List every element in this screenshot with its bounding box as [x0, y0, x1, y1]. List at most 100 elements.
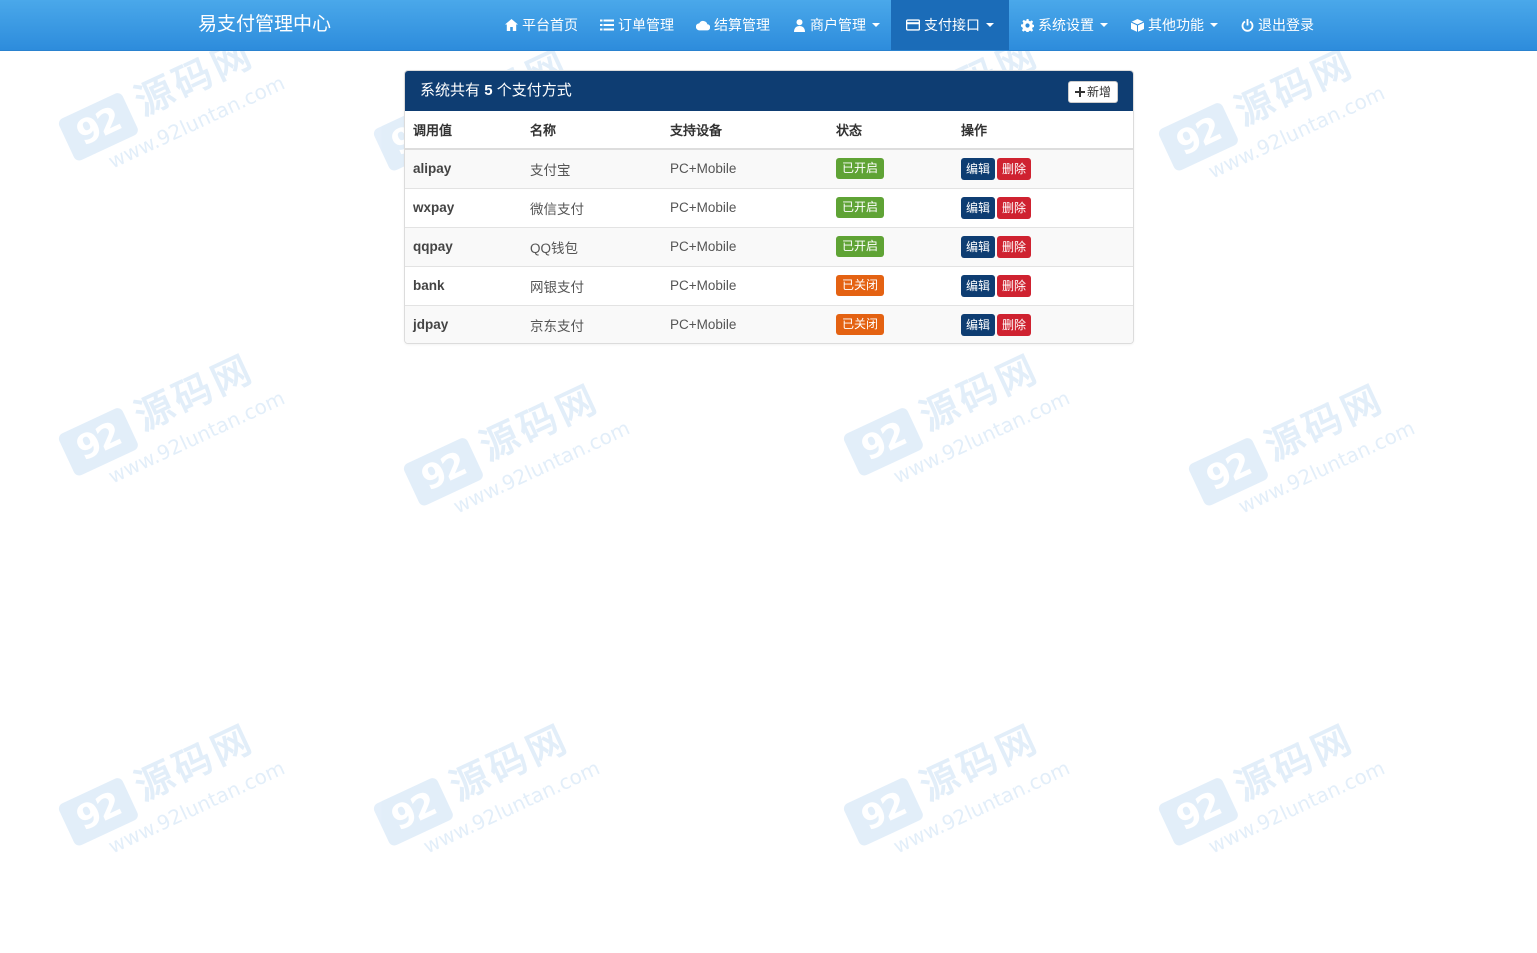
status-badge[interactable]: 已关闭 — [836, 275, 885, 296]
watermark-logo: 92 — [1156, 776, 1240, 848]
row-code: alipay — [405, 148, 522, 188]
panel-title-suffix: 个支付方式 — [496, 82, 572, 99]
watermark-url: www.92luntan.com — [889, 385, 1074, 489]
delete-button[interactable]: 删除 — [997, 196, 1032, 219]
row-name: 网银支付 — [522, 265, 662, 305]
row-code: jdpay — [405, 304, 522, 343]
status-badge[interactable]: 已开启 — [836, 158, 885, 180]
watermark-url: www.92luntan.com — [104, 70, 289, 174]
watermark-cn: 源码网 — [1258, 375, 1391, 470]
delete-button[interactable]: 删除 — [997, 274, 1032, 297]
row-actions: 编辑 删除 — [953, 187, 1133, 227]
user-icon — [792, 18, 806, 32]
nav-item-4[interactable]: 支付接口 — [891, 0, 1009, 50]
watermark-cn: 源码网 — [913, 345, 1046, 440]
cube-icon — [1130, 18, 1144, 32]
nav-item-2[interactable]: 结算管理 — [685, 0, 781, 50]
watermark-url: www.92luntan.com — [1204, 755, 1389, 859]
status-badge[interactable]: 已开启 — [836, 236, 885, 257]
row-status-cell: 已开启 — [828, 187, 953, 227]
table-header-row: 调用值 名称 支持设备 状态 操作 — [405, 111, 1133, 150]
row-device: PC+Mobile — [662, 226, 828, 266]
nav-item-label: 其他功能 — [1148, 17, 1204, 33]
watermark-logo: 92 — [841, 406, 925, 478]
watermark: 92源码网www.92luntan.com — [1141, 670, 1409, 880]
watermark-cn: 源码网 — [128, 715, 261, 810]
add-payment-label: 新增 — [1086, 85, 1111, 99]
row-name: 支付宝 — [522, 148, 662, 188]
watermark: 92源码网www.92luntan.com — [386, 330, 654, 540]
watermark-url: www.92luntan.com — [449, 415, 634, 519]
status-badge[interactable]: 已开启 — [836, 197, 885, 218]
list-icon — [600, 18, 614, 32]
watermark-cn: 源码网 — [473, 375, 606, 470]
caret-down-icon — [1100, 23, 1108, 27]
watermark-cn: 源码网 — [128, 345, 261, 440]
nav-item-label: 系统设置 — [1038, 17, 1094, 33]
caret-down-icon — [986, 23, 994, 27]
home-icon — [504, 18, 518, 32]
brand-title[interactable]: 易支付管理中心 — [198, 0, 331, 50]
watermark-logo: 92 — [56, 91, 140, 163]
gear-icon — [1020, 18, 1034, 32]
row-code: bank — [405, 265, 522, 305]
watermark-url: www.92luntan.com — [104, 385, 289, 489]
row-name: 京东支付 — [522, 304, 662, 343]
row-status-cell: 已关闭 — [828, 304, 953, 343]
nav-item-6[interactable]: 其他功能 — [1119, 0, 1229, 50]
row-device: PC+Mobile — [662, 265, 828, 305]
payment-methods-panel: 系统共有 5 个支付方式 新增 调用值 名称 支持设备 状态 操作 alipay… — [404, 70, 1134, 344]
edit-button[interactable]: 编辑 — [961, 196, 996, 219]
watermark-logo: 92 — [1186, 436, 1270, 508]
row-code: qqpay — [405, 226, 522, 266]
watermark-url: www.92luntan.com — [1204, 80, 1389, 184]
edit-button[interactable]: 编辑 — [961, 313, 996, 336]
row-status-cell: 已关闭 — [828, 265, 953, 305]
panel-title-prefix: 系统共有 — [420, 82, 481, 99]
table-row: wxpay 微信支付 PC+Mobile 已开启 编辑 删除 — [405, 187, 1133, 227]
table-row: bank 网银支付 PC+Mobile 已关闭 编辑 删除 — [405, 265, 1133, 305]
nav-item-1[interactable]: 订单管理 — [589, 0, 685, 50]
nav-item-label: 订单管理 — [618, 17, 674, 33]
edit-button[interactable]: 编辑 — [961, 274, 996, 297]
row-status-cell: 已开启 — [828, 148, 953, 188]
nav-item-5[interactable]: 系统设置 — [1009, 0, 1119, 50]
header-status: 状态 — [828, 111, 953, 150]
nav-item-label: 支付接口 — [924, 17, 980, 33]
power-icon — [1240, 18, 1254, 32]
watermark-logo: 92 — [371, 776, 455, 848]
watermark: 92源码网www.92luntan.com — [41, 670, 309, 880]
nav-item-7[interactable]: 退出登录 — [1229, 0, 1325, 50]
watermark-logo: 92 — [1156, 101, 1240, 173]
row-status-cell: 已开启 — [828, 226, 953, 266]
nav-item-label: 结算管理 — [714, 17, 770, 33]
watermark-logo: 92 — [56, 406, 140, 478]
header-name: 名称 — [522, 111, 662, 150]
delete-button[interactable]: 删除 — [997, 157, 1032, 180]
row-device: PC+Mobile — [662, 148, 828, 188]
watermark-logo: 92 — [401, 436, 485, 508]
delete-button[interactable]: 删除 — [997, 235, 1032, 258]
watermark-cn: 源码网 — [913, 715, 1046, 810]
watermark-cn: 源码网 — [443, 715, 576, 810]
caret-down-icon — [872, 23, 880, 27]
status-badge[interactable]: 已关闭 — [836, 314, 885, 336]
nav-item-0[interactable]: 平台首页 — [493, 0, 589, 50]
watermark: 92源码网www.92luntan.com — [41, 300, 309, 510]
row-name: QQ钱包 — [522, 226, 662, 266]
add-payment-button[interactable]: 新增 — [1067, 81, 1118, 103]
nav-item-label: 平台首页 — [522, 17, 578, 33]
row-actions: 编辑 删除 — [953, 148, 1133, 188]
row-actions: 编辑 删除 — [953, 265, 1133, 305]
watermark: 92源码网www.92luntan.com — [356, 670, 624, 880]
watermark: 92源码网www.92luntan.com — [1171, 330, 1439, 540]
watermark-logo: 92 — [841, 776, 925, 848]
edit-button[interactable]: 编辑 — [961, 157, 996, 180]
nav-item-3[interactable]: 商户管理 — [781, 0, 891, 50]
delete-button[interactable]: 删除 — [997, 313, 1032, 336]
row-actions: 编辑 删除 — [953, 304, 1133, 343]
main-nav: 平台首页 订单管理 结算管理 商户管理 支付接口 系统设置 其他功能 退出登录 — [493, 0, 1325, 50]
row-actions: 编辑 删除 — [953, 226, 1133, 266]
edit-button[interactable]: 编辑 — [961, 235, 996, 258]
caret-down-icon — [1210, 23, 1218, 27]
